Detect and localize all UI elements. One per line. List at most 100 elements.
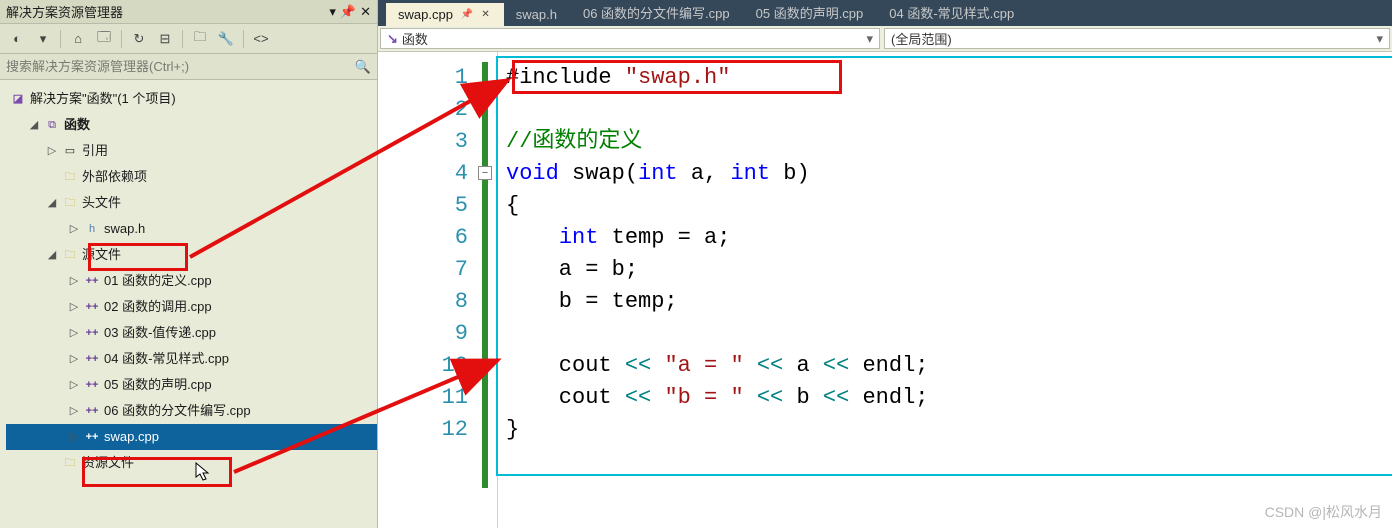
resources-folder[interactable]: 🗀 资源文件 (6, 450, 377, 476)
text: } (506, 417, 519, 442)
line-numbers: 1 2 3 4 5 6 7 8 9 10 11 12 (378, 52, 474, 446)
blank (46, 164, 58, 190)
member-combo[interactable]: (全局范围) ▾ (884, 28, 1390, 49)
search-input[interactable] (6, 59, 355, 74)
source-file-swap-cpp[interactable]: ▷ ++ swap.cpp (6, 424, 377, 450)
sync-icon[interactable]: 🗔 (93, 28, 115, 50)
cpp-icon: ++ (84, 273, 100, 289)
cpp-icon: ++ (84, 377, 100, 393)
code-editor[interactable]: 1 2 3 4 5 6 7 8 9 10 11 12 − #include "s… (378, 52, 1392, 528)
tab-05[interactable]: 05 函数的声明.cpp (744, 0, 878, 26)
file-label: 05 函数的声明.cpp (104, 372, 212, 398)
expand-icon[interactable]: ▷ (68, 398, 80, 424)
text: endl; (849, 385, 928, 410)
scope-label: 函数 (402, 29, 428, 48)
sources-folder[interactable]: ◢ 🗀 源文件 (6, 242, 377, 268)
file-label: 01 函数的定义.cpp (104, 268, 212, 294)
text: a = b; (506, 257, 638, 282)
home-icon[interactable]: ⌂ (67, 28, 89, 50)
resources-label: 资源文件 (82, 450, 134, 476)
collapse-icon[interactable]: ⊟ (154, 28, 176, 50)
string: "swap.h" (625, 65, 731, 90)
lineno: 12 (378, 414, 474, 446)
pin-icon[interactable]: 📌 (461, 9, 473, 20)
tab-label: swap.cpp (398, 7, 453, 22)
source-file[interactable]: ▷ ++ 02 函数的调用.cpp (6, 294, 377, 320)
dropdown-icon[interactable]: ▾ (329, 4, 336, 20)
text: cout (506, 385, 625, 410)
expand-icon[interactable]: ▷ (68, 294, 80, 320)
lineno: 5 (378, 190, 474, 222)
collapse-icon[interactable]: ◢ (46, 190, 58, 216)
expand-icon[interactable]: ▷ (68, 424, 80, 450)
tab-label: 05 函数的声明.cpp (756, 3, 864, 22)
text: b = temp; (506, 289, 678, 314)
project-node[interactable]: ◢ ⧉ 函数 (6, 112, 377, 138)
comment: //函数的定义 (506, 129, 642, 154)
back-icon[interactable]: ◐ (6, 28, 28, 50)
cpp-icon: ++ (84, 429, 100, 445)
watermark: CSDN @|松风水月 (1265, 502, 1382, 522)
source-file[interactable]: ▷ ++ 05 函数的声明.cpp (6, 372, 377, 398)
headers-folder[interactable]: ◢ 🗀 头文件 (6, 190, 377, 216)
expand-icon[interactable]: ▷ (46, 138, 58, 164)
references-icon: ▭ (62, 143, 78, 159)
tab-04[interactable]: 04 函数-常见样式.cpp (877, 0, 1028, 26)
text (744, 385, 757, 410)
op: << (757, 385, 783, 410)
show-all-icon[interactable]: 🗀 (189, 28, 211, 50)
refresh-icon[interactable]: ↻ (128, 28, 150, 50)
separator (243, 30, 244, 48)
text: temp = a; (598, 225, 730, 250)
references-label: 引用 (82, 138, 108, 164)
source-file[interactable]: ▷ ++ 04 函数-常见样式.cpp (6, 346, 377, 372)
close-icon[interactable]: ✕ (481, 9, 489, 20)
collapse-icon[interactable]: ◢ (46, 242, 58, 268)
cpp-icon: ++ (84, 299, 100, 315)
expand-icon[interactable]: ▷ (68, 372, 80, 398)
text: endl; (849, 353, 928, 378)
external-deps-node[interactable]: 🗀 外部依赖项 (6, 164, 377, 190)
scope-combo[interactable]: ↘ 函数 ▾ (380, 28, 880, 49)
fold-icon[interactable]: − (478, 166, 492, 180)
expand-icon[interactable]: ▷ (68, 320, 80, 346)
code-line: { (506, 190, 1386, 222)
code-content[interactable]: #include "swap.h" //函数的定义 void swap(int … (506, 62, 1386, 528)
solution-node[interactable]: ◪ 解决方案"函数"(1 个项目) (6, 86, 377, 112)
header-file-swap-h[interactable]: ▷ h swap.h (6, 216, 377, 242)
code-icon[interactable]: <> (250, 28, 272, 50)
project-icon: ⧉ (44, 117, 60, 133)
chevron-down-icon: ▾ (866, 31, 873, 47)
solution-icon: ◪ (10, 91, 26, 107)
search-icon[interactable]: 🔍 (355, 59, 371, 75)
tab-label: 04 函数-常见样式.cpp (889, 3, 1014, 22)
code-line (506, 318, 1386, 350)
fwd-icon[interactable]: ▾ (32, 28, 54, 50)
close-icon[interactable]: ✕ (360, 4, 371, 20)
string: "a = " (664, 353, 743, 378)
source-file[interactable]: ▷ ++ 03 函数-值传递.cpp (6, 320, 377, 346)
text: a (783, 353, 823, 378)
expand-icon[interactable]: ▷ (68, 346, 80, 372)
expand-icon[interactable]: ▷ (68, 268, 80, 294)
expand-icon[interactable]: ▷ (68, 216, 80, 242)
file-label: 02 函数的调用.cpp (104, 294, 212, 320)
text: { (506, 193, 519, 218)
string: "b = " (664, 385, 743, 410)
collapse-icon[interactable]: ◢ (28, 112, 40, 138)
pin-icon[interactable]: 📌 (340, 4, 356, 20)
panel-title: 解决方案资源管理器 (6, 2, 123, 21)
properties-icon[interactable]: 🔧 (215, 28, 237, 50)
code-line: int temp = a; (506, 222, 1386, 254)
code-line: } (506, 414, 1386, 446)
references-node[interactable]: ▷ ▭ 引用 (6, 138, 377, 164)
source-file[interactable]: ▷ ++ 01 函数的定义.cpp (6, 268, 377, 294)
tab-swap-h[interactable]: swap.h (504, 3, 571, 26)
tab-06[interactable]: 06 函数的分文件编写.cpp (571, 0, 744, 26)
tab-swap-cpp[interactable]: swap.cpp 📌 ✕ (386, 3, 504, 26)
gutter: 1 2 3 4 5 6 7 8 9 10 11 12 − (378, 52, 498, 528)
lineno: 2 (378, 94, 474, 126)
search-box[interactable]: 🔍 (0, 54, 377, 80)
cpp-icon: ++ (84, 325, 100, 341)
source-file[interactable]: ▷ ++ 06 函数的分文件编写.cpp (6, 398, 377, 424)
